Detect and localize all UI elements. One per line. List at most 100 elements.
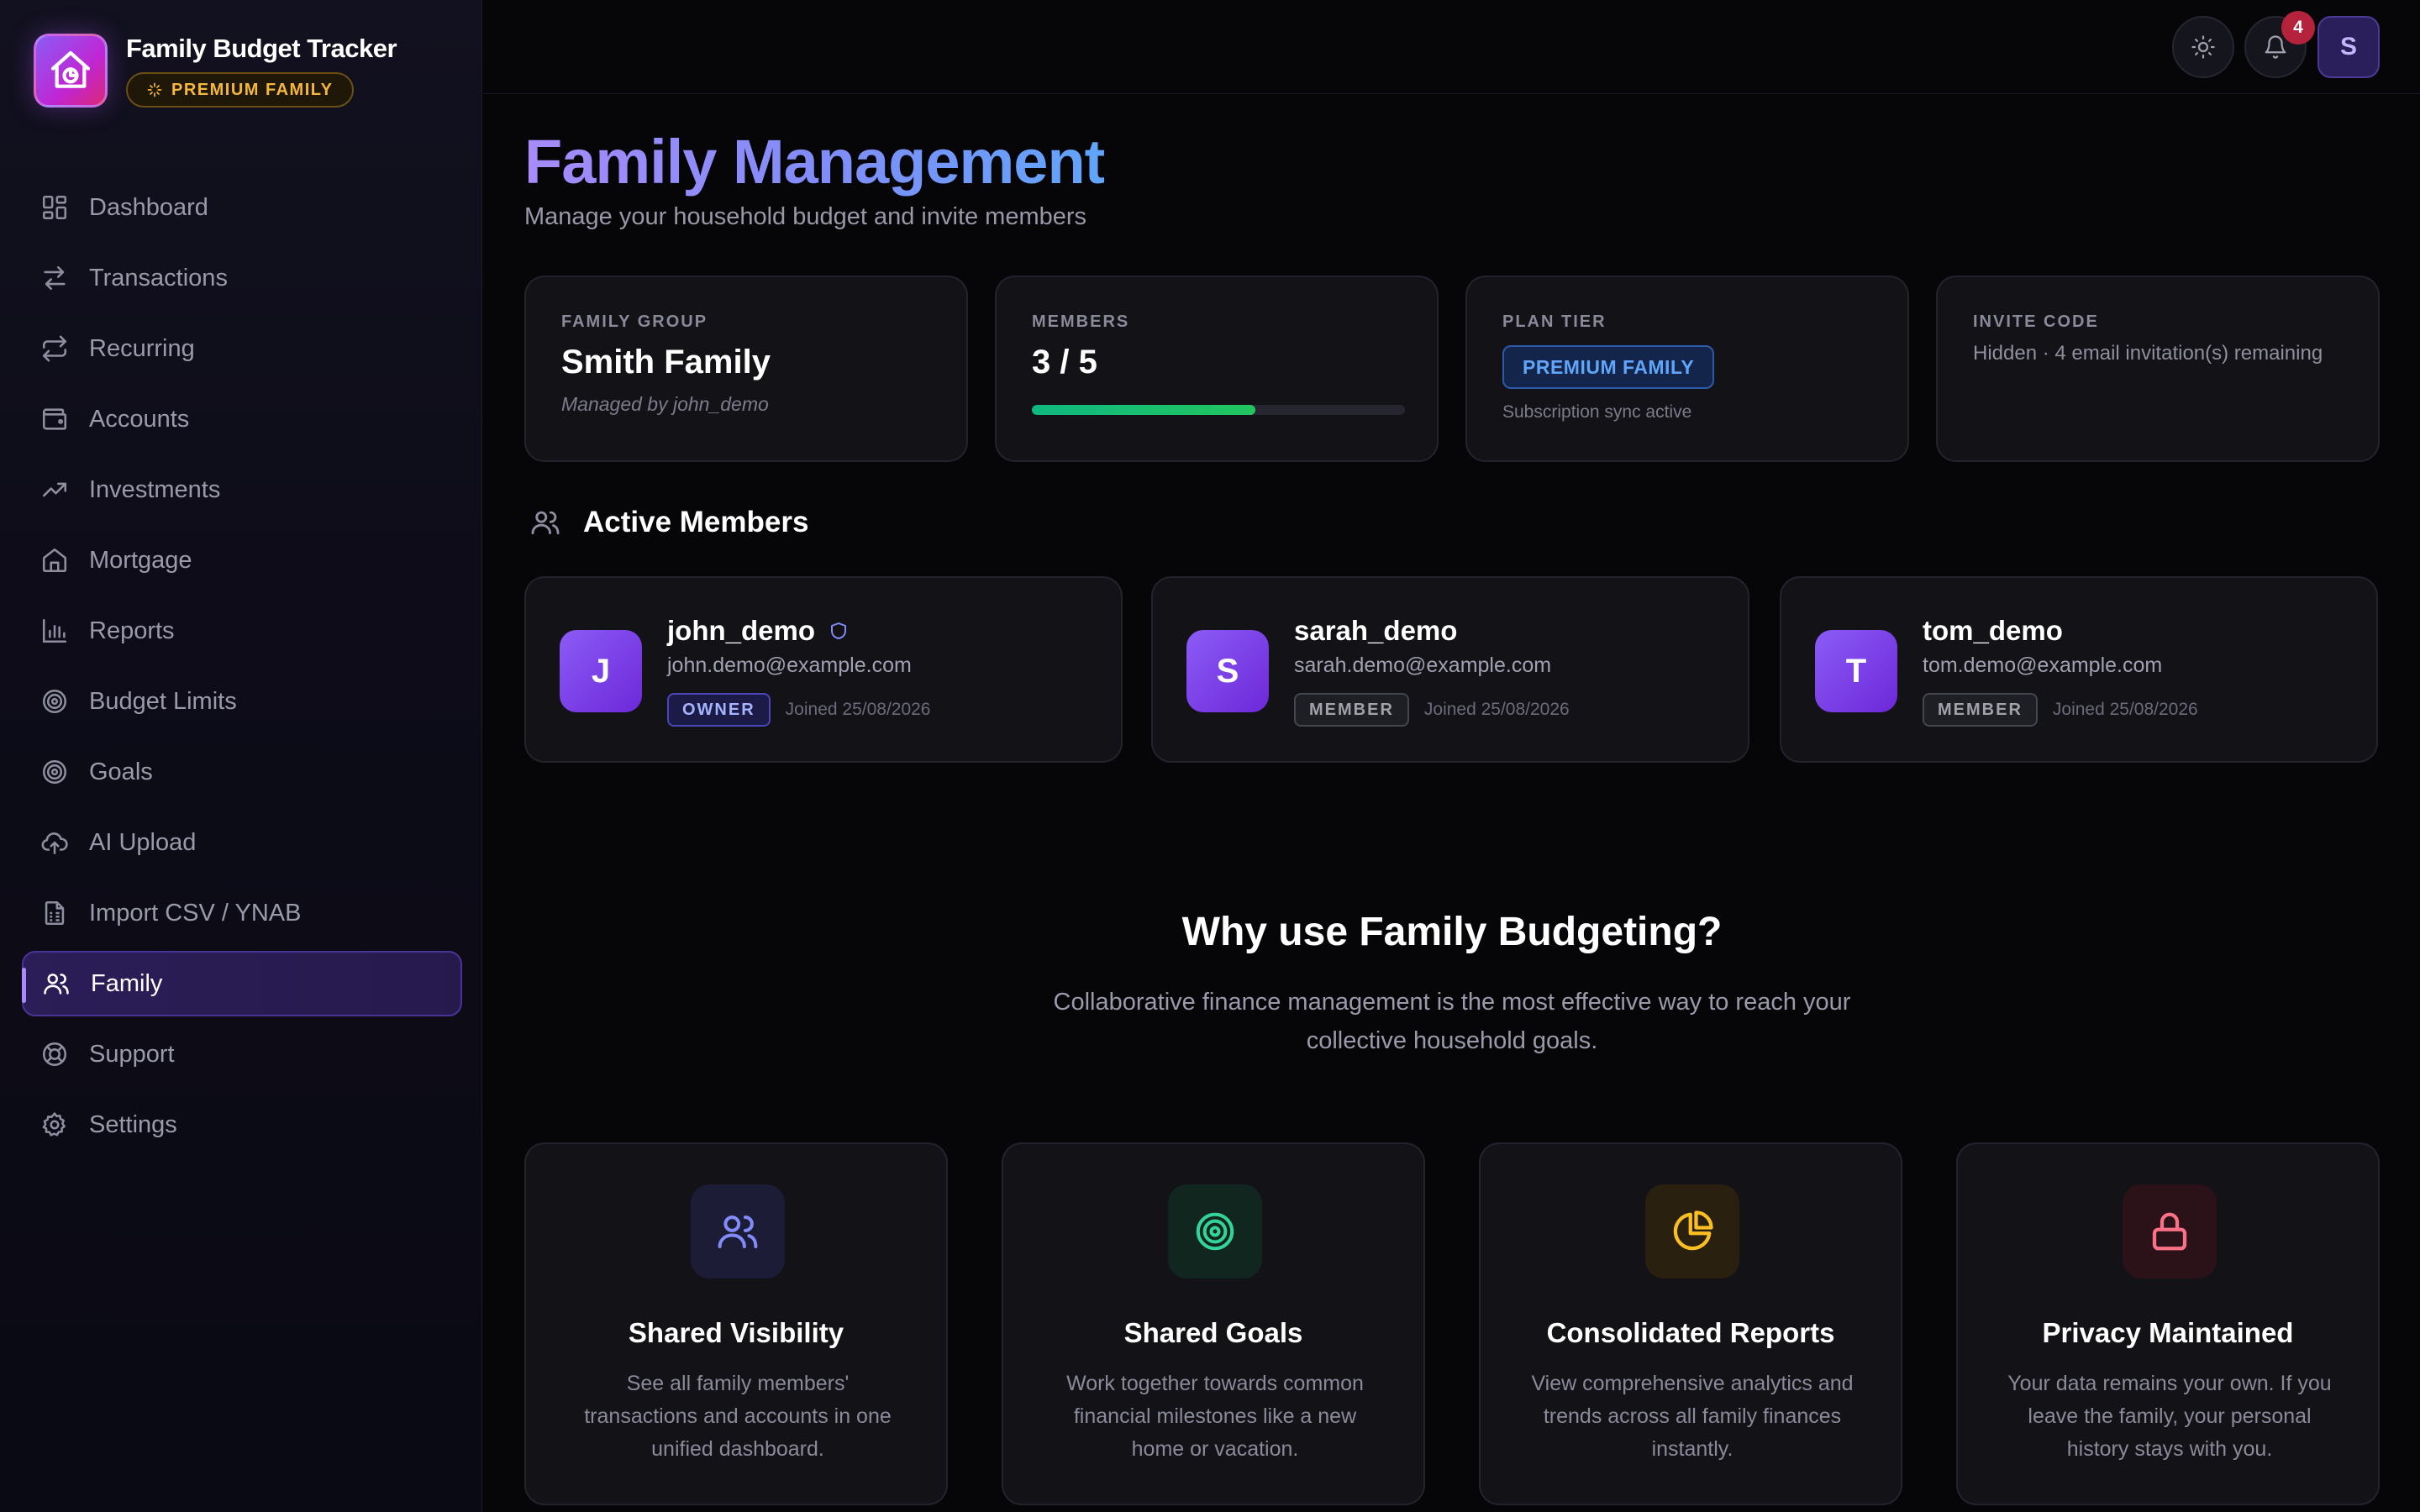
members-progress-fill [1032,405,1256,415]
premium-badge-label: PREMIUM FAMILY [171,80,334,99]
sidebar-item-accounts[interactable]: Accounts [22,386,462,452]
sidebar-item-label: Reports [89,617,175,644]
feature-icon-tile [691,1184,785,1278]
sidebar-item-label: Support [89,1040,175,1068]
spreadsheet-icon [45,900,65,926]
member-card[interactable]: S sarah_demo sarah.demo@example.com MEMB… [1151,576,1749,763]
life-buoy-icon [42,1042,67,1067]
notifications-button[interactable]: 4 [2244,11,2315,78]
theme-toggle-button[interactable] [2172,16,2234,78]
sidebar-item-ai-upload[interactable]: AI Upload [22,810,462,875]
members-progress-bar [1032,405,1405,415]
brand[interactable]: Family Budget Tracker PREMIUM FAMILY [34,34,397,108]
sidebar-item-label: Recurring [89,334,195,362]
feature-card-shared-visibility: Shared Visibility See all family members… [524,1142,948,1505]
avatar: T [1815,630,1897,712]
sidebar-item-support[interactable]: Support [22,1021,462,1087]
avatar: J [560,630,642,712]
stat-label: FAMILY GROUP [561,312,708,331]
member-email: john.demo@example.com [667,654,912,677]
notification-count-badge: 4 [2281,11,2315,45]
member-email: tom.demo@example.com [1923,654,2163,677]
family-manager: Managed by john_demo [561,393,769,415]
sidebar-item-label: Settings [89,1110,177,1138]
feature-description: Your data remains your own. If you leave… [2007,1372,2332,1461]
plan-tier-card: PLAN TIER PREMIUM FAMILY Subscription sy… [1465,276,1909,462]
feature-description: View comprehensive analytics and trends … [1531,1372,1854,1461]
sidebar-item-investments[interactable]: Investments [22,457,462,522]
sparkle-icon [147,82,162,97]
bar-chart-icon [42,618,67,643]
feature-description: Work together towards common financial m… [1066,1372,1364,1461]
feature-card-consolidated-reports: Consolidated Reports View comprehensive … [1479,1142,1902,1505]
family-name: Smith Family [561,344,771,381]
topbar: 4 S [483,0,2420,94]
feature-title: Privacy Maintained [2042,1317,2294,1348]
lock-icon [2152,1212,2187,1251]
active-members-header: Active Members [524,506,808,539]
wallet-icon [42,408,67,430]
users-icon [718,1215,758,1249]
sidebar-item-budget-limits[interactable]: Budget Limits [22,669,462,734]
dashboard-icon [42,195,67,220]
home-icon [42,548,67,573]
why-subtitle: Collaborative finance management is the … [1053,989,1851,1054]
joined-date: Joined 25/08/2026 [2052,700,2198,719]
sidebar-item-label: Budget Limits [89,687,237,715]
feature-title: Shared Goals [1123,1317,1303,1348]
member-name: sarah_demo [1294,615,1458,646]
target-icon [42,689,67,714]
sidebar-item-dashboard[interactable]: Dashboard [22,175,462,240]
why-title: Why use Family Budgeting? [1181,910,1723,954]
sidebar-item-label: Goals [89,758,153,785]
sidebar-item-reports[interactable]: Reports [22,598,462,664]
sidebar-item-label: Mortgage [89,546,192,574]
invite-code-status: Hidden · 4 email invitation(s) remaining [1973,342,2323,365]
page-subtitle: Manage your household budget and invite … [524,203,1087,230]
user-avatar-button[interactable]: S [2317,16,2380,78]
member-name: tom_demo [1923,615,2063,646]
sidebar-item-goals[interactable]: Goals [22,739,462,805]
feature-title: Consolidated Reports [1546,1317,1835,1348]
sun-icon [2191,35,2215,59]
members-card: MEMBERS 3 / 5 [995,276,1439,462]
sidebar-item-transactions[interactable]: Transactions [22,245,462,311]
sidebar-item-family[interactable]: Family [22,951,462,1016]
member-card[interactable]: J john_demo john.demo@example.com OWNER … [524,576,1123,763]
users-icon [531,511,560,535]
pie-chart-icon [1673,1210,1713,1251]
feature-icon-tile [1168,1184,1262,1278]
gear-icon [42,1112,66,1137]
shield-icon [831,622,847,639]
cloud-upload-icon [41,832,68,855]
feature-icon-tile [1645,1184,1739,1278]
app-logo [34,34,108,108]
feature-card-shared-goals: Shared Goals Work together towards commo… [1002,1142,1425,1505]
feature-icon-tile [2123,1184,2217,1278]
feature-description: See all family members' transactions and… [584,1372,892,1461]
family-group-card: FAMILY GROUP Smith Family Managed by joh… [524,276,968,462]
role-badge: OWNER [667,693,771,727]
sidebar-item-recurring[interactable]: Recurring [22,316,462,381]
sidebar-item-import-csv[interactable]: Import CSV / YNAB [22,880,462,946]
members-count: 3 / 5 [1032,344,1097,381]
avatar: S [1186,630,1269,712]
plan-tier-badge: PREMIUM FAMILY [1502,345,1715,389]
sidebar-item-mortgage[interactable]: Mortgage [22,528,462,593]
sidebar-item-label: Import CSV / YNAB [89,899,302,927]
app-title: Family Budget Tracker [126,34,397,63]
joined-date: Joined 25/08/2026 [785,700,931,719]
stat-label: MEMBERS [1032,312,1130,331]
recurring-icon [42,335,67,362]
invite-code-card: INVITE CODE Hidden · 4 email invitation(… [1936,276,2380,462]
member-card[interactable]: T tom_demo tom.demo@example.com MEMBER J… [1780,576,2378,763]
sidebar-item-label: Accounts [89,405,190,433]
sidebar: Family Budget Tracker PREMIUM FAMILY Das… [0,0,482,1512]
sidebar-nav: Dashboard Transactions Recurring Account… [22,175,462,1163]
sidebar-item-label: Investments [89,475,221,503]
trending-up-icon [42,482,67,497]
users-icon [44,974,69,995]
target-icon [42,759,67,785]
member-email: sarah.demo@example.com [1294,654,1552,677]
sidebar-item-settings[interactable]: Settings [22,1092,462,1158]
